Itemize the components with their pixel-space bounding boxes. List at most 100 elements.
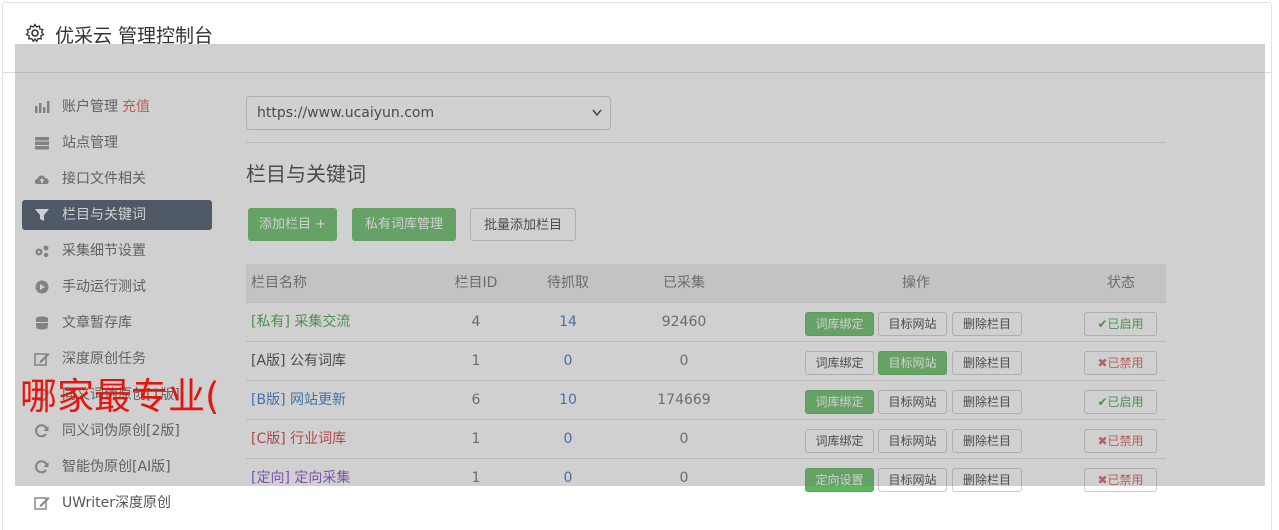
site-select[interactable]: https://www.ucaiyun.com	[246, 96, 611, 130]
column-tag: [A版]	[251, 353, 286, 369]
collected-count: 92460	[661, 314, 707, 330]
table-row: [B版] 网站更新 6 10 174669 词库绑定 目标网站 删除栏目 ✔已启用	[246, 380, 1166, 419]
column-name[interactable]: [B版] 网站更新	[251, 381, 346, 419]
column-tag: [B版]	[251, 392, 286, 408]
sidebar-item-label: UWriter深度原创	[62, 495, 171, 511]
recharge-link[interactable]: 充值	[122, 99, 150, 115]
th-name: 栏目名称	[251, 275, 307, 291]
filter-icon	[35, 209, 49, 221]
delete-column-button[interactable]: 删除栏目	[952, 312, 1022, 336]
column-title: 行业词库	[290, 431, 347, 447]
delete-column-button[interactable]: 删除栏目	[952, 468, 1022, 492]
sidebar-item-9[interactable]: 同义词伪原创[2版]	[22, 416, 212, 446]
table-row: [A版] 公有词库 1 0 0 词库绑定 目标网站 删除栏目 ✖已禁用	[246, 341, 1166, 380]
sidebar-item-label: 采集细节设置	[62, 243, 146, 259]
delete-column-button[interactable]: 删除栏目	[952, 429, 1022, 453]
sidebar-item-4[interactable]: 采集细节设置	[22, 236, 212, 266]
status-label: 已启用	[1107, 395, 1144, 409]
watermark-text: 哪家最专业(	[20, 375, 220, 418]
divider	[246, 142, 1166, 143]
private-lexicon-button[interactable]: 私有词库管理	[352, 208, 456, 241]
th-status: 状态	[1107, 275, 1135, 291]
sidebar-item-6[interactable]: 文章暂存库	[22, 308, 212, 338]
column-tag: [私有]	[251, 314, 290, 330]
column-tag: [C版]	[251, 431, 286, 447]
lexicon-bind-button[interactable]: 词库绑定	[805, 312, 874, 336]
status-toggle[interactable]: ✖已禁用	[1084, 351, 1157, 375]
columns-table: 栏目名称 栏目ID 待抓取 已采集 操作 状态 [私有] 采集交流 4 14 9246…	[246, 264, 1166, 497]
pending-count[interactable]: 0	[538, 420, 598, 458]
table-row: [私有] 采集交流 4 14 92460 词库绑定 目标网站 删除栏目 ✔已启用	[246, 302, 1166, 341]
add-column-button[interactable]: 添加栏目 +	[248, 208, 337, 241]
target-site-button[interactable]: 目标网站	[878, 351, 947, 375]
collected-count: 0	[679, 431, 689, 447]
sidebar-item-label: 文章暂存库	[62, 315, 132, 331]
sidebar-item-2[interactable]: 接口文件相关	[22, 164, 212, 194]
batch-add-button[interactable]: 批量添加栏目	[470, 208, 576, 241]
sidebar-item-5[interactable]: 手动运行测试	[22, 272, 212, 302]
sidebar-item-1[interactable]: 站点管理	[22, 128, 212, 158]
column-name[interactable]: [A版] 公有词库	[251, 342, 346, 380]
pending-count[interactable]: 10	[538, 381, 598, 419]
gear-icon	[25, 23, 45, 43]
sidebar-item-0[interactable]: 账户管理 充值	[22, 92, 212, 122]
pending-count[interactable]: 0	[538, 342, 598, 380]
status-label: 已禁用	[1107, 356, 1144, 370]
status-toggle[interactable]: ✔已启用	[1084, 390, 1157, 414]
sidebar-item-label: 智能伪原创[AI版]	[62, 459, 171, 475]
status-toggle[interactable]: ✖已禁用	[1084, 429, 1157, 453]
sidebar-item-11[interactable]: UWriter深度原创	[22, 488, 212, 518]
sidebar-item-label: 账户管理	[62, 99, 118, 115]
column-title: 网站更新	[289, 392, 346, 408]
collected-count: 0	[679, 353, 689, 369]
delete-column-button[interactable]: 删除栏目	[952, 351, 1022, 375]
pending-count[interactable]: 14	[538, 303, 598, 341]
lexicon-bind-button[interactable]: 词库绑定	[805, 429, 874, 453]
target-site-button[interactable]: 目标网站	[878, 390, 947, 414]
column-id: 1	[471, 470, 481, 486]
refresh-icon	[35, 460, 49, 474]
lexicon-bind-button[interactable]: 词库绑定	[805, 351, 874, 375]
th-done: 已采集	[663, 275, 705, 291]
target-site-button[interactable]: 目标网站	[878, 468, 947, 492]
edit-icon	[34, 353, 50, 366]
refresh-icon	[35, 424, 49, 438]
sidebar-item-3[interactable]: 栏目与关键词	[22, 200, 212, 230]
x-icon: ✖	[1097, 356, 1108, 370]
check-icon: ✔	[1097, 395, 1108, 409]
x-icon: ✖	[1097, 434, 1108, 448]
header: 优采云 管理控制台	[3, 3, 1271, 73]
status-label: 已禁用	[1107, 473, 1144, 487]
column-name[interactable]: [C版] 行业词库	[251, 420, 346, 458]
lexicon-bind-button[interactable]: 定向设置	[805, 468, 874, 492]
status-toggle[interactable]: ✖已禁用	[1084, 468, 1157, 492]
table-row: [C版] 行业词库 1 0 0 词库绑定 目标网站 删除栏目 ✖已禁用	[246, 419, 1166, 458]
sidebar-item-label: 接口文件相关	[62, 171, 146, 187]
lexicon-bind-button[interactable]: 词库绑定	[805, 390, 874, 414]
column-title: 定向采集	[294, 470, 351, 486]
status-toggle[interactable]: ✔已启用	[1084, 312, 1157, 336]
collected-count: 0	[679, 470, 689, 486]
gears-icon	[35, 245, 49, 258]
table-row: [定向] 定向采集 1 0 0 定向设置 目标网站 删除栏目 ✖已禁用	[246, 458, 1166, 497]
sidebar-item-label: 栏目与关键词	[62, 207, 146, 223]
database-icon	[36, 316, 48, 330]
sidebar-item-label: 手动运行测试	[62, 279, 146, 295]
column-tag: [定向]	[251, 470, 290, 486]
column-id: 1	[471, 431, 481, 447]
target-site-button[interactable]: 目标网站	[878, 429, 947, 453]
site-select-value: https://www.ucaiyun.com	[257, 105, 435, 121]
column-name[interactable]: [私有] 采集交流	[251, 303, 350, 341]
pending-count[interactable]: 0	[538, 459, 598, 497]
sidebar-item-10[interactable]: 智能伪原创[AI版]	[22, 452, 212, 482]
table-body: [私有] 采集交流 4 14 92460 词库绑定 目标网站 删除栏目 ✔已启用 [A版] 公有…	[246, 302, 1166, 497]
column-title: 公有词库	[289, 353, 346, 369]
play-circle-icon	[35, 280, 49, 294]
sidebar-item-label: 同义词伪原创[2版]	[62, 423, 180, 439]
delete-column-button[interactable]: 删除栏目	[952, 390, 1022, 414]
target-site-button[interactable]: 目标网站	[878, 312, 947, 336]
bar-chart-icon	[35, 101, 50, 113]
sidebar: 账户管理 充值 站点管理 接口文件相关 栏目与关键词 采集细节设置 手动运行测试 文章暂存库深…	[22, 92, 212, 524]
column-name[interactable]: [定向] 定向采集	[251, 459, 350, 497]
check-icon: ✔	[1097, 317, 1108, 331]
